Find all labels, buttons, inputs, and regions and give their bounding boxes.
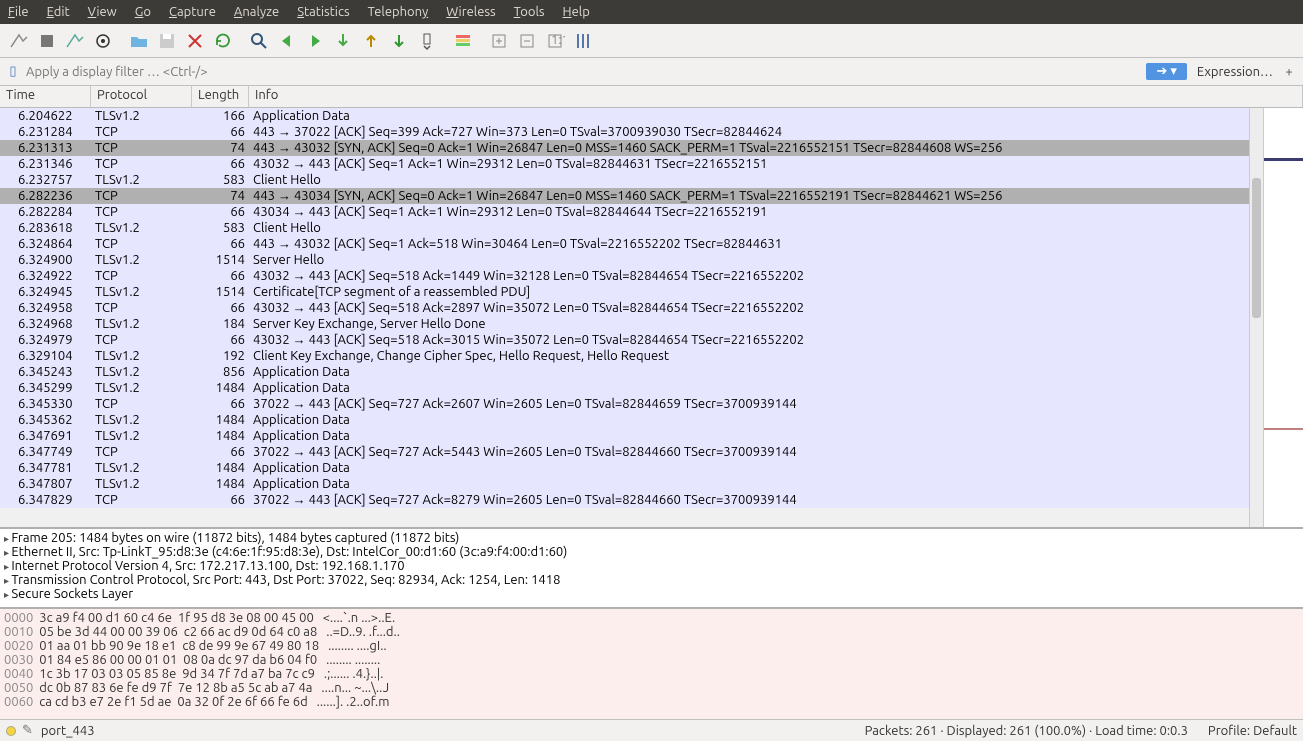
go-first-icon[interactable] <box>358 28 384 54</box>
packet-row[interactable]: 6.231313TCP74443 → 43032 [SYN, ACK] Seq=… <box>0 140 1249 156</box>
menu-edit[interactable]: Edit <box>47 5 70 19</box>
details-line[interactable]: Ethernet II, Src: Tp-LinkT_95:d8:3e (c4:… <box>4 545 1299 559</box>
col-length[interactable]: Length <box>192 86 249 107</box>
col-protocol[interactable]: Protocol <box>91 86 192 107</box>
expression-button[interactable]: Expression… <box>1191 65 1279 79</box>
packet-row[interactable]: 6.347691TLSv1.21484Application Data <box>0 428 1249 444</box>
menu-telephony[interactable]: Telephony <box>368 5 429 19</box>
bookmark-icon[interactable]: ▯ <box>4 64 22 79</box>
close-file-icon[interactable] <box>182 28 208 54</box>
add-filter-button[interactable]: + <box>1279 65 1299 79</box>
open-file-icon[interactable] <box>126 28 152 54</box>
display-filter-input[interactable] <box>22 63 1142 81</box>
find-icon[interactable] <box>246 28 272 54</box>
menu-go[interactable]: Go <box>135 5 151 19</box>
packet-row[interactable]: 6.345299TLSv1.21484Application Data <box>0 380 1249 396</box>
menubar: File Edit View Go Capture Analyze Statis… <box>0 0 1303 24</box>
packet-row[interactable]: 6.324900TLSv1.21514Server Hello <box>0 252 1249 268</box>
packet-row[interactable]: 6.324922TCP6643032 → 443 [ACK] Seq=518 A… <box>0 268 1249 284</box>
capture-file-label: port_443 <box>41 724 95 738</box>
apply-filter-button[interactable]: ➔ ▾ <box>1146 63 1186 80</box>
packet-row[interactable]: 6.324958TCP6643032 → 443 [ACK] Seq=518 A… <box>0 300 1249 316</box>
packet-row[interactable]: 6.345362TLSv1.21484Application Data <box>0 412 1249 428</box>
menu-wireless[interactable]: Wireless <box>446 5 495 19</box>
packet-row[interactable]: 6.324945TLSv1.21514Certificate[TCP segme… <box>0 284 1249 300</box>
packet-row[interactable]: 6.345243TLSv1.2856Application Data <box>0 364 1249 380</box>
go-last-icon[interactable] <box>386 28 412 54</box>
packet-row[interactable]: 6.282236TCP74443 → 43034 [SYN, ACK] Seq=… <box>0 188 1249 204</box>
svg-text:1:1: 1:1 <box>551 33 565 47</box>
packet-row[interactable]: 6.329104TLSv1.2192Client Key Exchange, C… <box>0 348 1249 364</box>
hex-line[interactable]: 0060 ca cd b3 e7 2e f1 5d ae 0a 32 0f 2e… <box>4 695 1299 709</box>
go-to-packet-icon[interactable] <box>330 28 356 54</box>
details-line[interactable]: Frame 205: 1484 bytes on wire (11872 bit… <box>4 531 1299 545</box>
details-line[interactable]: Secure Sockets Layer <box>4 587 1299 601</box>
menu-file[interactable]: File <box>8 5 29 19</box>
hex-line[interactable]: 0020 01 aa 01 bb 90 9e 18 e1 c8 de 99 9e… <box>4 639 1299 653</box>
toolbar: 1:1 <box>0 24 1303 58</box>
save-file-icon[interactable] <box>154 28 180 54</box>
packet-row[interactable]: 6.324979TCP6643032 → 443 [ACK] Seq=518 A… <box>0 332 1249 348</box>
zoom-out-icon[interactable] <box>514 28 540 54</box>
col-time[interactable]: Time <box>0 86 91 107</box>
restart-capture-icon[interactable] <box>62 28 88 54</box>
menu-analyze[interactable]: Analyze <box>234 5 279 19</box>
packet-row[interactable]: 6.282284TCP6643034 → 443 [ACK] Seq=1 Ack… <box>0 204 1249 220</box>
go-back-icon[interactable] <box>274 28 300 54</box>
packet-row[interactable]: 6.231346TCP6643032 → 443 [ACK] Seq=1 Ack… <box>0 156 1249 172</box>
reload-icon[interactable] <box>210 28 236 54</box>
menu-tools[interactable]: Tools <box>514 5 545 19</box>
profile-label[interactable]: Profile: Default <box>1208 724 1297 738</box>
hex-line[interactable]: 0030 01 84 e5 86 00 00 01 01 08 0a dc 97… <box>4 653 1299 667</box>
start-capture-icon[interactable] <box>6 28 32 54</box>
packet-count-label: Packets: 261 · Displayed: 261 (100.0%) ·… <box>865 724 1188 738</box>
packet-row[interactable]: 6.324864TCP66443 → 43032 [ACK] Seq=1 Ack… <box>0 236 1249 252</box>
packet-list[interactable]: 6.204622TLSv1.2166Application Data6.2312… <box>0 108 1249 527</box>
colorize-icon[interactable] <box>450 28 476 54</box>
menu-help[interactable]: Help <box>563 5 590 19</box>
packet-list-header: Time Protocol Length Info <box>0 86 1303 108</box>
packet-row[interactable]: 6.232757TLSv1.2583Client Hello <box>0 172 1249 188</box>
packet-row[interactable]: 6.204622TLSv1.2166Application Data <box>0 108 1249 124</box>
zoom-in-icon[interactable] <box>486 28 512 54</box>
zoom-reset-icon[interactable]: 1:1 <box>542 28 568 54</box>
filter-bar: ▯ ➔ ▾ Expression… + <box>0 58 1303 86</box>
packet-row[interactable]: 6.347829TCP6637022 → 443 [ACK] Seq=727 A… <box>0 492 1249 508</box>
details-line[interactable]: Internet Protocol Version 4, Src: 172.21… <box>4 559 1299 573</box>
packet-bytes-pane[interactable]: 0000 3c a9 f4 00 d1 60 c4 6e 1f 95 d8 3e… <box>0 607 1303 719</box>
auto-scroll-icon[interactable] <box>414 28 440 54</box>
col-info[interactable]: Info <box>249 86 1303 107</box>
details-line[interactable]: Transmission Control Protocol, Src Port:… <box>4 573 1299 587</box>
packet-row[interactable]: 6.231284TCP66443 → 37022 [ACK] Seq=399 A… <box>0 124 1249 140</box>
hex-line[interactable]: 0050 dc 0b 87 83 6e fe d9 7f 7e 12 8b a5… <box>4 681 1299 695</box>
menu-capture[interactable]: Capture <box>169 5 216 19</box>
edit-pref-icon[interactable]: ✎ <box>22 723 33 738</box>
menu-statistics[interactable]: Statistics <box>297 5 349 19</box>
hex-line[interactable]: 0000 3c a9 f4 00 d1 60 c4 6e 1f 95 d8 3e… <box>4 611 1299 625</box>
packet-row[interactable]: 6.347749TCP6637022 → 443 [ACK] Seq=727 A… <box>0 444 1249 460</box>
packet-row[interactable]: 6.324968TLSv1.2184Server Key Exchange, S… <box>0 316 1249 332</box>
hex-line[interactable]: 0010 05 be 3d 44 00 00 39 06 c2 66 ac d9… <box>4 625 1299 639</box>
menu-view[interactable]: View <box>88 5 117 19</box>
status-bar: ✎ port_443 Packets: 261 · Displayed: 261… <box>0 719 1303 741</box>
packet-details-pane[interactable]: Frame 205: 1484 bytes on wire (11872 bit… <box>0 527 1303 607</box>
resize-columns-icon[interactable] <box>570 28 596 54</box>
go-forward-icon[interactable] <box>302 28 328 54</box>
capture-options-icon[interactable] <box>90 28 116 54</box>
packet-list-scrollbar[interactable] <box>1249 108 1263 527</box>
packet-row[interactable]: 6.347807TLSv1.21484Application Data <box>0 476 1249 492</box>
packet-row[interactable]: 6.347781TLSv1.21484Application Data <box>0 460 1249 476</box>
packet-row[interactable]: 6.345330TCP6637022 → 443 [ACK] Seq=727 A… <box>0 396 1249 412</box>
packet-minimap[interactable] <box>1263 108 1303 527</box>
stop-capture-icon[interactable] <box>34 28 60 54</box>
hex-line[interactable]: 0040 1c 3b 17 03 03 05 85 8e 9d 34 7f 7d… <box>4 667 1299 681</box>
packet-row[interactable]: 6.283618TLSv1.2583Client Hello <box>0 220 1249 236</box>
expert-info-icon[interactable] <box>6 726 16 736</box>
